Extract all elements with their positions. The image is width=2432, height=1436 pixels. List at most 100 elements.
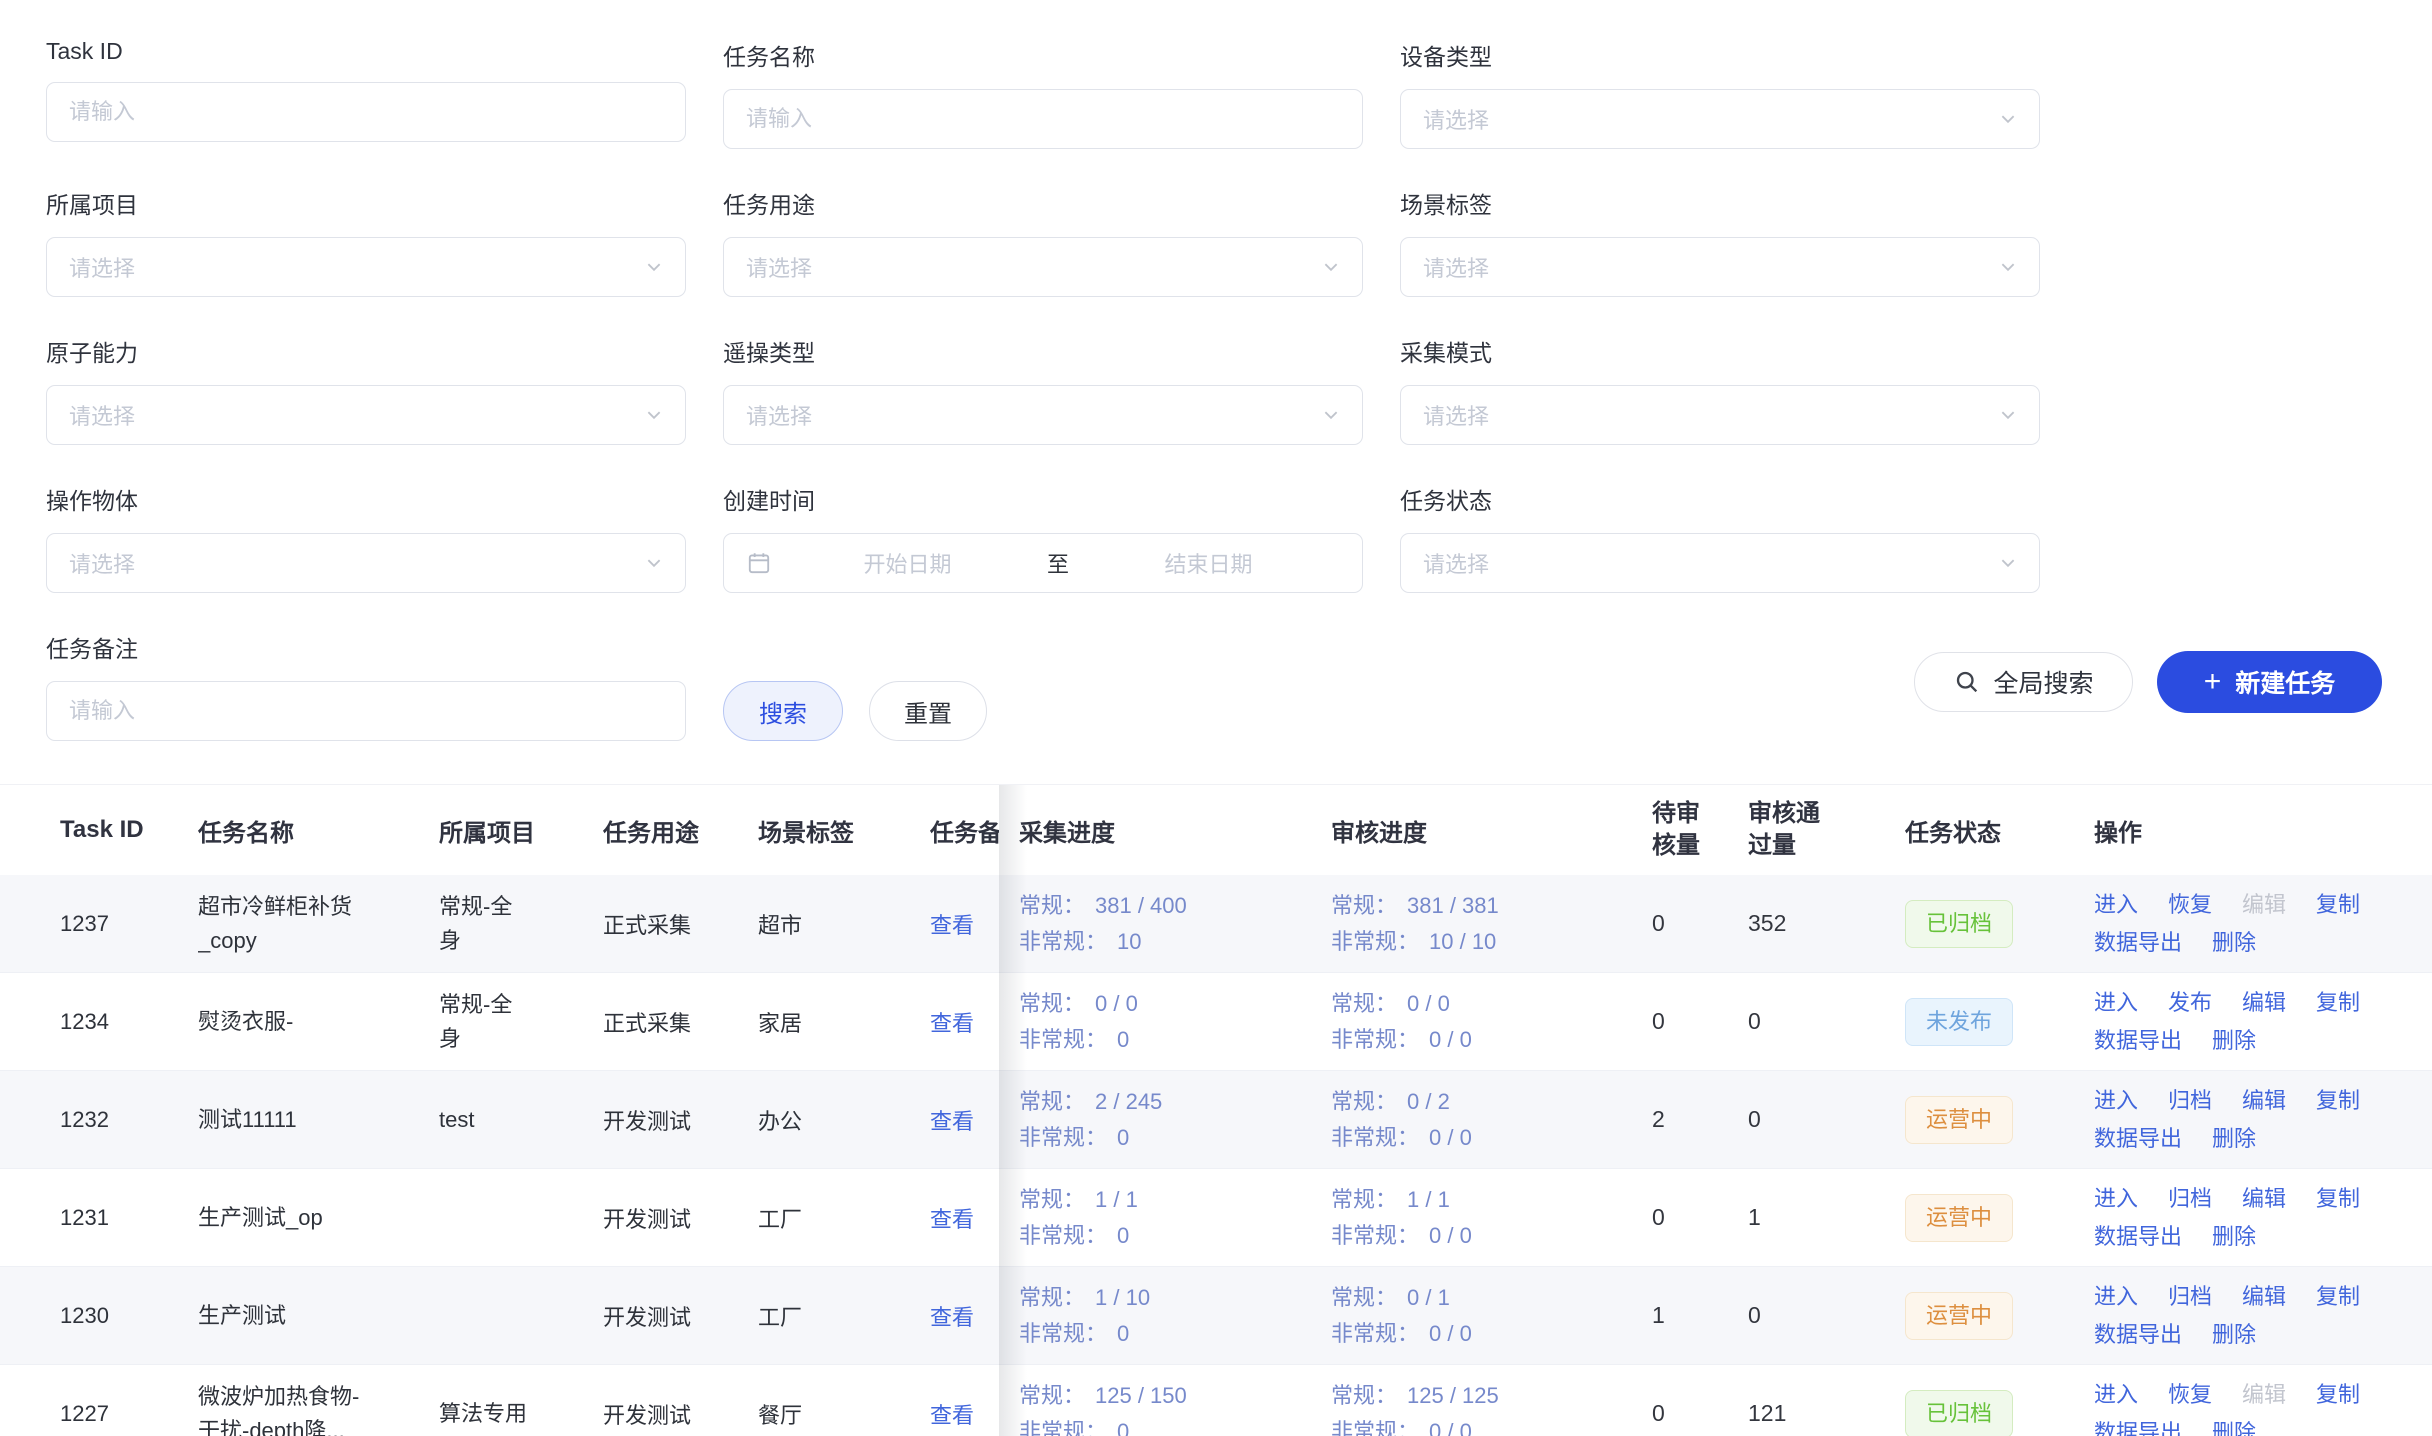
action-export[interactable]: 数据导出 xyxy=(2094,1321,2182,1349)
task-table: Task ID 任务名称 所属项目 任务用途 场景标签 任务备注 采集进度 审核… xyxy=(0,784,2432,1436)
action-copy[interactable]: 复制 xyxy=(2316,1087,2360,1115)
cell-pending-count: 1 xyxy=(1638,1267,1728,1364)
action-edit[interactable]: 编辑 xyxy=(2242,1283,2286,1311)
field-label: 任务用途 xyxy=(723,186,1363,220)
cell-task-id: 1232 xyxy=(0,1071,198,1168)
action-edit[interactable]: 编辑 xyxy=(2242,1087,2286,1115)
chevron-down-icon xyxy=(1322,406,1340,424)
field-purpose: 任务用途 请选择 xyxy=(723,186,1363,297)
action-export[interactable]: 数据导出 xyxy=(2094,1125,2182,1153)
task-status-select[interactable]: 请选择 xyxy=(1400,533,2040,593)
action-delete[interactable]: 删除 xyxy=(2212,1125,2256,1153)
action-enter[interactable]: 进入 xyxy=(2094,891,2138,919)
cell-approved-count: 0 xyxy=(1728,1071,1900,1168)
action-copy[interactable]: 复制 xyxy=(2316,1283,2360,1311)
atomic-ability-select[interactable]: 请选择 xyxy=(46,385,686,445)
action-edit[interactable]: 编辑 xyxy=(2242,1185,2286,1213)
cell-review-progress: 常规：0 / 0 非常规：0 / 0 xyxy=(1331,973,1638,1070)
calendar-icon xyxy=(746,550,772,576)
cell-approved-count: 0 xyxy=(1728,973,1900,1070)
header-purpose: 任务用途 xyxy=(603,785,758,875)
action-export[interactable]: 数据导出 xyxy=(2094,1419,2182,1436)
cell-task-name: 生产测试_op xyxy=(198,1169,439,1266)
view-remark-link[interactable]: 查看 xyxy=(930,1006,974,1038)
chevron-down-icon xyxy=(645,406,663,424)
cell-task-name: 微波炉加热食物-干扰-depth降... xyxy=(198,1365,439,1436)
search-button[interactable]: 搜索 xyxy=(723,681,843,741)
action-export[interactable]: 数据导出 xyxy=(2094,929,2182,957)
cell-actions: 进入 归档 编辑 复制 数据导出 删除 xyxy=(2060,1267,2432,1364)
action-delete[interactable]: 删除 xyxy=(2212,1027,2256,1055)
table-row: 1234 熨烫衣服- 常规-全身 正式采集 家居 查看 常规：0 / 0 非常规… xyxy=(0,973,2432,1071)
action-enter[interactable]: 进入 xyxy=(2094,989,2138,1017)
project-select[interactable]: 请选择 xyxy=(46,237,686,297)
action-delete[interactable]: 删除 xyxy=(2212,929,2256,957)
task-name-input[interactable] xyxy=(723,89,1363,149)
field-label: 任务状态 xyxy=(1400,482,2040,516)
teleop-type-select[interactable]: 请选择 xyxy=(723,385,1363,445)
view-remark-link[interactable]: 查看 xyxy=(930,1202,974,1234)
operate-object-select[interactable]: 请选择 xyxy=(46,533,686,593)
action-edit: 编辑 xyxy=(2242,1381,2286,1409)
cell-task-id: 1237 xyxy=(0,875,198,972)
status-badge: 已归档 xyxy=(1905,900,2013,948)
create-time-range-picker[interactable]: 开始日期 至 结束日期 xyxy=(723,533,1363,593)
cell-review-progress: 常规：1 / 1 非常规：0 / 0 xyxy=(1331,1169,1638,1266)
action-copy[interactable]: 复制 xyxy=(2316,1185,2360,1213)
view-remark-link[interactable]: 查看 xyxy=(930,1300,974,1332)
field-label: 采集模式 xyxy=(1400,334,2040,368)
global-search-button[interactable]: 全局搜索 xyxy=(1914,652,2133,712)
action-enter[interactable]: 进入 xyxy=(2094,1185,2138,1213)
view-remark-link[interactable]: 查看 xyxy=(930,1398,974,1430)
cell-project: test xyxy=(439,1071,603,1168)
view-remark-link[interactable]: 查看 xyxy=(930,1104,974,1136)
field-task-remark: 任务备注 xyxy=(46,630,686,741)
search-icon xyxy=(1953,668,1981,696)
action-export[interactable]: 数据导出 xyxy=(2094,1027,2182,1055)
action-export[interactable]: 数据导出 xyxy=(2094,1223,2182,1251)
view-remark-link[interactable]: 查看 xyxy=(930,908,974,940)
action-delete[interactable]: 删除 xyxy=(2212,1223,2256,1251)
header-name: 任务名称 xyxy=(198,785,439,875)
action-copy[interactable]: 复制 xyxy=(2316,891,2360,919)
action-archive[interactable]: 归档 xyxy=(2168,1087,2212,1115)
scene-tag-select[interactable]: 请选择 xyxy=(1400,237,2040,297)
cell-purpose: 开发测试 xyxy=(603,1267,758,1364)
action-archive[interactable]: 归档 xyxy=(2168,1185,2212,1213)
table-row: 1231 生产测试_op 开发测试 工厂 查看 常规：1 / 1 非常规：0 常… xyxy=(0,1169,2432,1267)
action-copy[interactable]: 复制 xyxy=(2316,989,2360,1017)
cell-project xyxy=(439,1267,603,1364)
action-publish[interactable]: 发布 xyxy=(2168,989,2212,1017)
action-archive[interactable]: 归档 xyxy=(2168,1283,2212,1311)
action-enter[interactable]: 进入 xyxy=(2094,1087,2138,1115)
action-delete[interactable]: 删除 xyxy=(2212,1321,2256,1349)
toolbar: 全局搜索 + 新建任务 xyxy=(1914,651,2382,713)
cell-task-id: 1230 xyxy=(0,1267,198,1364)
action-restore[interactable]: 恢复 xyxy=(2168,891,2212,919)
field-label: 遥操类型 xyxy=(723,334,1363,368)
table-row: 1232 测试11111 test 开发测试 办公 查看 常规：2 / 245 … xyxy=(0,1071,2432,1169)
action-enter[interactable]: 进入 xyxy=(2094,1283,2138,1311)
cell-pending-count: 0 xyxy=(1638,1169,1728,1266)
start-date-placeholder[interactable]: 开始日期 xyxy=(776,547,1039,579)
chevron-down-icon xyxy=(645,554,663,572)
action-edit[interactable]: 编辑 xyxy=(2242,989,2286,1017)
field-atomic-ability: 原子能力 请选择 xyxy=(46,334,686,445)
new-task-button[interactable]: + 新建任务 xyxy=(2157,651,2382,713)
reset-button[interactable]: 重置 xyxy=(869,681,987,741)
end-date-placeholder[interactable]: 结束日期 xyxy=(1077,547,1340,579)
task-id-input[interactable] xyxy=(46,82,686,142)
action-delete[interactable]: 删除 xyxy=(2212,1419,2256,1436)
header-remark: 任务备注 xyxy=(923,785,999,875)
device-type-select[interactable]: 请选择 xyxy=(1400,89,2040,149)
purpose-select[interactable]: 请选择 xyxy=(723,237,1363,297)
action-restore[interactable]: 恢复 xyxy=(2168,1381,2212,1409)
action-enter[interactable]: 进入 xyxy=(2094,1381,2138,1409)
task-remark-input[interactable] xyxy=(46,681,686,741)
collect-mode-select[interactable]: 请选择 xyxy=(1400,385,2040,445)
action-copy[interactable]: 复制 xyxy=(2316,1381,2360,1409)
cell-scene: 超市 xyxy=(758,875,923,972)
field-task-name: 任务名称 xyxy=(723,38,1363,149)
cell-review-progress: 常规：381 / 381 非常规：10 / 10 xyxy=(1331,875,1638,972)
field-label: 所属项目 xyxy=(46,186,686,220)
